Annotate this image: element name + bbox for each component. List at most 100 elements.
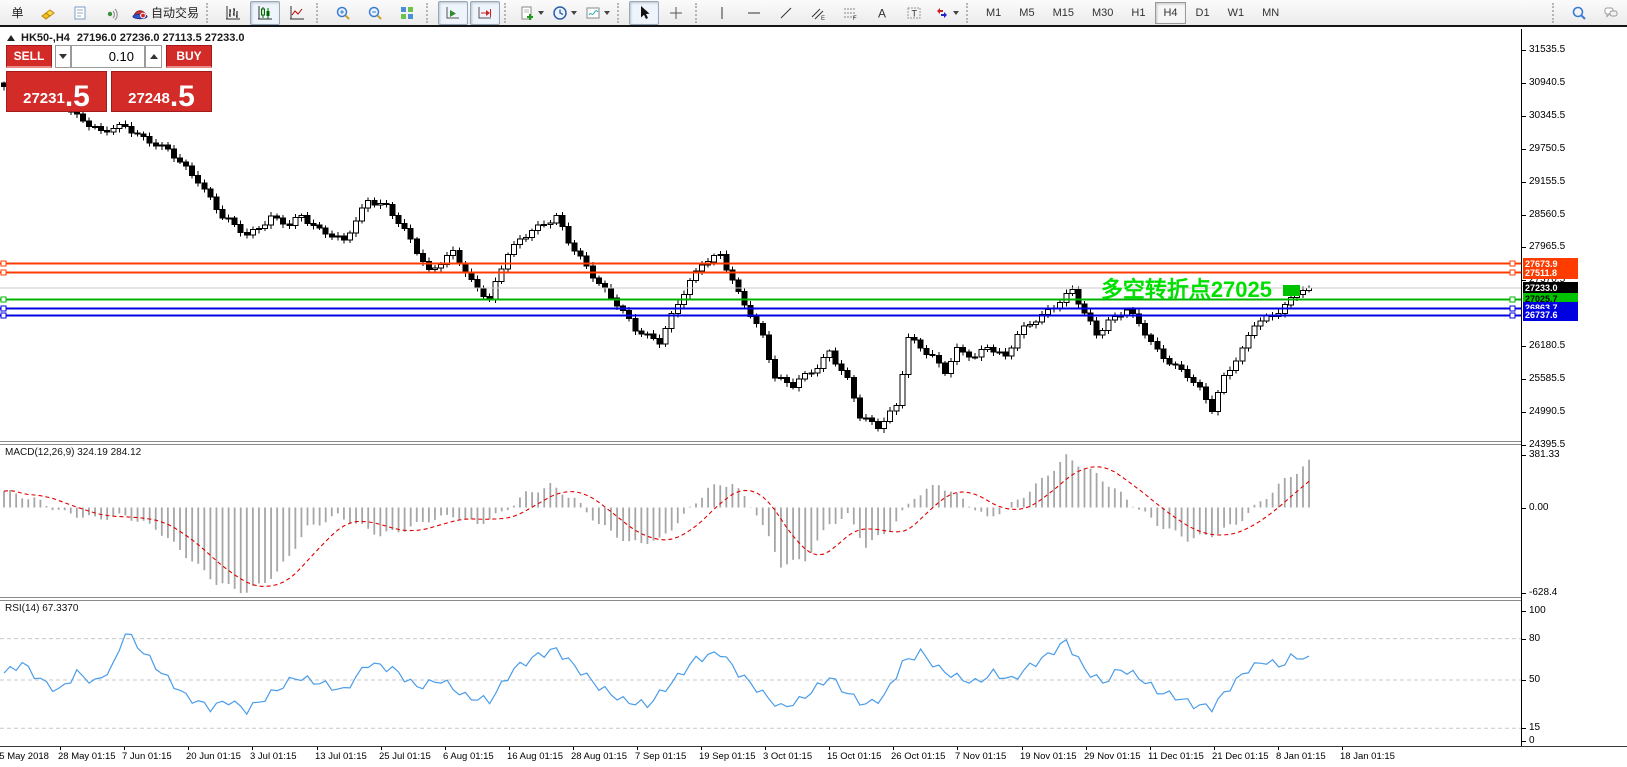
chart-window[interactable]: 多空转折点27025 HK50-,H4 27196.0 27236.0 2711… bbox=[0, 29, 1627, 767]
date-tick bbox=[317, 747, 318, 750]
sell-button[interactable]: SELL bbox=[6, 45, 52, 68]
signals-button[interactable] bbox=[97, 1, 127, 25]
volume-increase-button[interactable] bbox=[145, 45, 162, 68]
chat-button[interactable] bbox=[1596, 1, 1626, 25]
price-axis-label: 30940.5 bbox=[1529, 77, 1565, 88]
buy-price: 27248 bbox=[128, 90, 170, 111]
date-tick bbox=[445, 747, 446, 750]
chart-shift-button[interactable] bbox=[470, 1, 500, 25]
date-tick bbox=[1150, 747, 1151, 750]
collapse-icon[interactable] bbox=[7, 35, 15, 41]
zoom-in-icon bbox=[335, 5, 351, 21]
timeframe-d1-button[interactable]: D1 bbox=[1188, 2, 1218, 24]
equidistant-channel-button[interactable]: E bbox=[803, 1, 833, 25]
indicators-button[interactable] bbox=[516, 1, 547, 25]
auto-trading-button[interactable]: 自动交易 bbox=[129, 1, 202, 25]
text-label-button[interactable]: T bbox=[899, 1, 929, 25]
gold-chart-button[interactable] bbox=[33, 1, 63, 25]
timeframe-mn-button[interactable]: MN bbox=[1254, 2, 1287, 24]
tile-windows-button[interactable] bbox=[392, 1, 422, 25]
axis-tick bbox=[1522, 379, 1526, 380]
axis-tick bbox=[1522, 508, 1526, 509]
zoom-out-icon bbox=[367, 5, 383, 21]
date-label: 8 Jan 01:15 bbox=[1276, 751, 1326, 762]
date-label: 20 Jun 01:15 bbox=[186, 751, 241, 762]
rsi-pane-canvas[interactable] bbox=[0, 601, 1521, 746]
vertical-line-button[interactable] bbox=[707, 1, 737, 25]
price-axis[interactable]: 31535.530940.530345.529750.529155.528560… bbox=[1521, 29, 1627, 746]
volume-decrease-button[interactable] bbox=[55, 45, 71, 68]
buy-marker[interactable] bbox=[1283, 285, 1300, 296]
price-axis-label: 26180.5 bbox=[1529, 340, 1565, 351]
zoom-in-button[interactable] bbox=[328, 1, 358, 25]
timeframe-h4-button[interactable]: H4 bbox=[1155, 2, 1185, 24]
pivot-annotation[interactable]: 多空转折点27025 bbox=[1101, 277, 1272, 302]
date-tick bbox=[188, 747, 189, 750]
date-tick bbox=[1022, 747, 1023, 750]
buy-button[interactable]: BUY bbox=[166, 45, 212, 68]
line-chart-button[interactable] bbox=[282, 1, 312, 25]
periods-icon bbox=[552, 5, 568, 21]
zoom-out-button[interactable] bbox=[360, 1, 390, 25]
auto-scroll-button[interactable] bbox=[438, 1, 468, 25]
axis-tick bbox=[1522, 182, 1526, 183]
buy-price-box[interactable]: 27248 .5 bbox=[111, 71, 212, 112]
price-pane-canvas[interactable]: 多空转折点27025 bbox=[0, 29, 1521, 441]
date-label: 21 Dec 01:15 bbox=[1212, 751, 1269, 762]
search-button[interactable] bbox=[1564, 1, 1594, 25]
news-window-icon bbox=[72, 5, 88, 21]
crosshair-button[interactable] bbox=[661, 1, 691, 25]
signals-icon bbox=[104, 5, 120, 21]
axis-tick bbox=[1522, 455, 1526, 456]
date-label: 7 Jun 01:15 bbox=[122, 751, 172, 762]
bar-chart-button[interactable] bbox=[218, 1, 248, 25]
macd-indicator-label: MACD(12,26,9) 324.19 284.12 bbox=[5, 447, 141, 458]
axis-tick bbox=[1522, 680, 1526, 681]
periods-button[interactable] bbox=[549, 1, 580, 25]
date-label: 18 Jan 01:15 bbox=[1340, 751, 1395, 762]
arrows-icon bbox=[934, 5, 950, 21]
date-tick bbox=[60, 747, 61, 750]
news-window-button[interactable] bbox=[65, 1, 95, 25]
toolbar-separator bbox=[1552, 3, 1560, 23]
pane-splitter[interactable] bbox=[0, 441, 1627, 445]
timeframe-w1-button[interactable]: W1 bbox=[1220, 2, 1253, 24]
timeframe-m1-button[interactable]: M1 bbox=[978, 2, 1009, 24]
date-tick bbox=[765, 747, 766, 750]
toolbar-separator bbox=[206, 3, 214, 23]
candlestick-chart-button[interactable] bbox=[250, 1, 280, 25]
chevron-down-icon bbox=[538, 11, 544, 15]
horizontal-line-button[interactable] bbox=[739, 1, 769, 25]
order-fragment-button[interactable]: 单 bbox=[1, 1, 31, 25]
trendline-button[interactable] bbox=[771, 1, 801, 25]
templates-button[interactable] bbox=[582, 1, 613, 25]
timeframe-m15-button[interactable]: M15 bbox=[1045, 2, 1082, 24]
rsi-axis-label: 15 bbox=[1529, 722, 1540, 733]
toolbar: 单 自动交易 E F AT M1M5M15M30H1H4D1W1MN bbox=[0, 0, 1627, 27]
rsi-indicator-label: RSI(14) 67.3370 bbox=[5, 603, 78, 614]
date-label: 3 Jul 01:15 bbox=[250, 751, 296, 762]
date-axis[interactable]: 15 May 201828 May 01:157 Jun 01:1520 Jun… bbox=[0, 746, 1627, 767]
trendline-icon bbox=[778, 5, 794, 21]
pane-splitter[interactable] bbox=[0, 597, 1627, 601]
date-label: 13 Jul 01:15 bbox=[315, 751, 367, 762]
fibonacci-icon: F bbox=[842, 5, 858, 21]
svg-text:F: F bbox=[853, 16, 857, 21]
sell-price-box[interactable]: 27231 .5 bbox=[6, 71, 107, 112]
timeframe-h1-button[interactable]: H1 bbox=[1123, 2, 1153, 24]
text-button[interactable]: A bbox=[867, 1, 897, 25]
equidistant-channel-icon: E bbox=[810, 5, 826, 21]
arrows-button[interactable] bbox=[931, 1, 962, 25]
volume-input[interactable] bbox=[71, 45, 145, 68]
fibonacci-button[interactable]: F bbox=[835, 1, 865, 25]
date-tick bbox=[957, 747, 958, 750]
text-icon: A bbox=[874, 5, 890, 21]
macd-pane-canvas[interactable] bbox=[0, 445, 1521, 597]
axis-tick bbox=[1522, 247, 1526, 248]
timeframe-m30-button[interactable]: M30 bbox=[1084, 2, 1121, 24]
timeframe-m5-button[interactable]: M5 bbox=[1011, 2, 1042, 24]
axis-tick bbox=[1522, 412, 1526, 413]
cursor-button[interactable] bbox=[629, 1, 659, 25]
date-tick bbox=[829, 747, 830, 750]
date-tick bbox=[893, 747, 894, 750]
